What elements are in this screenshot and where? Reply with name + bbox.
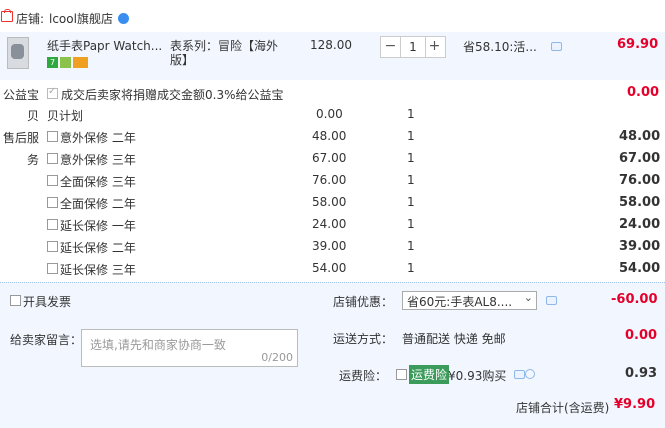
service-total: 67.00 [619, 151, 661, 166]
service-name: 全面保修 二年 [60, 197, 136, 211]
service-qty: 1 [407, 261, 415, 275]
credit-card-icon [73, 57, 88, 68]
item-attr-line2: 版】 [170, 53, 195, 67]
shipping-method: 普通配送 快递 免邮 [402, 332, 506, 346]
shop-header: 店铺: lcool旗舰店 [0, 0, 665, 32]
unit-price: 128.00 [310, 38, 352, 52]
qty-plus-button[interactable]: + [425, 37, 444, 57]
service-total: 48.00 [619, 129, 661, 144]
message-label: 给卖家留言： [10, 333, 83, 347]
chevron-down-icon: ⌄ [523, 291, 533, 304]
shop-icon [1, 9, 13, 22]
service-total: 54.00 [619, 261, 661, 276]
service-price: 39.00 [312, 239, 347, 253]
charity-amount: 0.00 [627, 85, 660, 100]
freight-insurance-tag: 运费险 [409, 365, 450, 384]
service-price: 67.00 [312, 151, 347, 165]
installment-price: 0.00 [316, 107, 343, 121]
service-total: 24.00 [619, 217, 661, 232]
after-sales-label-line2: 务 [27, 153, 40, 167]
service-qty: 1 [407, 195, 415, 209]
freight-insurance-amount: 0.93 [625, 366, 658, 381]
item-thumbnail[interactable] [7, 37, 29, 69]
service-price: 76.00 [312, 173, 347, 187]
service-price: 48.00 [312, 129, 347, 143]
service-checkbox[interactable] [47, 241, 58, 252]
installment-label: 贝 [27, 109, 40, 123]
discount-select[interactable]: 省60元:手表AL8.... ⌄ [402, 291, 537, 310]
item-subtotal: 69.90 [617, 37, 659, 52]
service-name: 全面保修 三年 [60, 175, 136, 189]
service-name: 意外保修 三年 [60, 153, 136, 167]
qty-input[interactable]: 1 [400, 37, 426, 57]
promo-info-icon[interactable] [551, 42, 562, 51]
charity-text: 成交后卖家将捐赠成交金额0.3%给公益宝 [61, 88, 284, 102]
freight-chat-icon[interactable] [514, 370, 525, 379]
shipping-label: 运送方式： [333, 332, 394, 346]
service-price: 24.00 [312, 217, 347, 231]
shop-total-amount: ¥9.90 [614, 397, 656, 412]
service-total: 58.00 [619, 195, 661, 210]
service-name: 意外保修 二年 [60, 131, 136, 145]
service-qty: 1 [407, 151, 415, 165]
message-counter: 0/200 [261, 351, 293, 364]
discount-selected-value: 省60元:手表AL8.... [407, 295, 513, 309]
service-qty: 1 [407, 239, 415, 253]
service-total: 39.00 [619, 239, 661, 254]
charity-checkbox [47, 86, 58, 99]
freight-insurance-label: 运费险： [339, 369, 388, 383]
freight-insurance-text: ¥0.93购买 [448, 369, 507, 383]
service-qty: 1 [407, 173, 415, 187]
shop-label: 店铺: [16, 12, 45, 26]
service-price: 58.00 [312, 195, 347, 209]
message-placeholder: 选填,请先和商家协商一致 [90, 338, 226, 352]
freight-insurance-checkbox[interactable] [396, 369, 407, 380]
shop-total-label: 店铺合计(含运费) [516, 401, 610, 415]
service-checkbox[interactable] [47, 263, 58, 274]
message-input[interactable]: 选填,请先和商家协商一致 0/200 [81, 329, 298, 367]
shop-name-link[interactable]: lcool旗舰店 [49, 10, 113, 27]
service-checkbox[interactable] [47, 131, 58, 142]
shipping-amount: 0.00 [625, 328, 658, 343]
installment-name[interactable]: 贝计划 [47, 107, 83, 124]
service-qty: 1 [407, 217, 415, 231]
service-total: 76.00 [619, 173, 661, 188]
item-title-link[interactable]: 纸手表Papr Watch... [47, 37, 162, 54]
service-checkbox[interactable] [47, 197, 58, 208]
wangwang-chat-icon[interactable] [118, 13, 129, 24]
invoice-label: 开具发票 [23, 295, 72, 309]
service-name: 延长保修 一年 [60, 219, 136, 233]
discount-amount: -60.00 [611, 292, 658, 307]
charity-label: 公益宝 [3, 88, 40, 102]
quantity-stepper: − 1 + [380, 36, 446, 58]
discount-label: 店铺优惠： [333, 295, 394, 309]
service-price: 54.00 [312, 261, 347, 275]
service-checkbox[interactable] [47, 219, 58, 230]
service-name: 延长保修 二年 [60, 241, 136, 255]
discount-info-icon[interactable] [546, 296, 557, 305]
help-icon[interactable] [525, 369, 535, 379]
installment-qty: 1 [407, 107, 415, 121]
service-qty: 1 [407, 129, 415, 143]
service-checkbox[interactable] [47, 175, 58, 186]
guarantee-icon [60, 57, 71, 68]
invoice-checkbox[interactable] [10, 295, 21, 306]
service-name: 延长保修 三年 [60, 263, 136, 277]
service-checkbox[interactable] [47, 153, 58, 164]
seven-day-return-icon: 7 [47, 57, 58, 68]
after-sales-label-line1: 售后服 [3, 131, 40, 145]
qty-minus-button[interactable]: − [381, 37, 400, 57]
promo-link[interactable]: 省58.10:活... [463, 38, 537, 55]
